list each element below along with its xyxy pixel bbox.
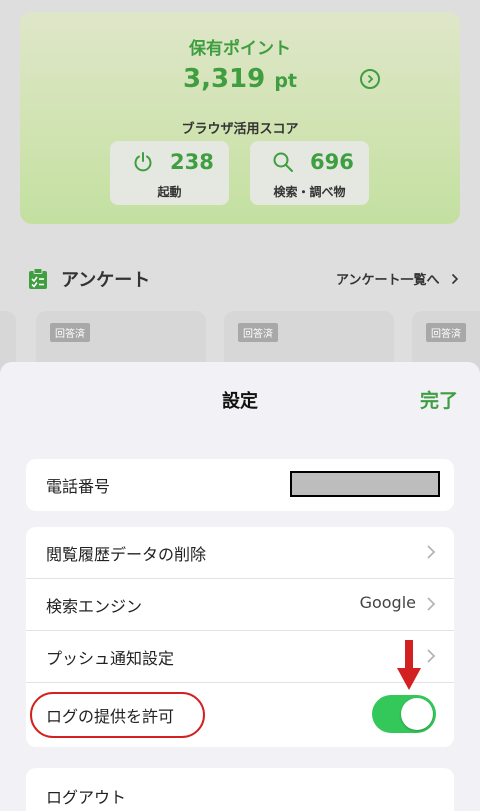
search-engine-label: 検索エンジン (46, 597, 143, 616)
survey-header: アンケート アンケート一覧へ (28, 266, 460, 292)
chevron-right-icon (426, 596, 436, 616)
stat-search-value: 696 (310, 150, 354, 174)
search-engine-value: Google (359, 593, 416, 612)
push-notification-label: プッシュ通知設定 (46, 649, 175, 668)
answered-badge: 回答済 (238, 323, 278, 342)
stat-launch: 238 起動 (110, 141, 229, 205)
clear-history-row[interactable]: 閲覧履歴データの削除 (26, 527, 454, 579)
logout-group: ログアウト (26, 768, 454, 811)
search-icon (272, 151, 294, 177)
done-button[interactable]: 完了 (420, 386, 458, 413)
highlight-oval (30, 692, 205, 738)
stat-search: 696 検索・調べ物 (250, 141, 369, 205)
answered-badge: 回答済 (50, 323, 90, 342)
points-title: 保有ポイント (189, 39, 291, 59)
survey-list-link[interactable]: アンケート一覧へ (336, 269, 460, 288)
clear-history-label: 閲覧履歴データの削除 (46, 545, 207, 564)
toggle-knob (401, 698, 433, 730)
logout-row[interactable]: ログアウト (26, 768, 454, 811)
search-engine-row[interactable]: 検索エンジン Google (26, 579, 454, 631)
chevron-right-circle-icon[interactable] (360, 69, 380, 89)
push-notification-row[interactable]: プッシュ通知設定 (26, 631, 454, 683)
phone-number-redacted (290, 471, 440, 497)
chevron-right-icon (426, 648, 436, 668)
browser-score-title: ブラウザ活用スコア (181, 122, 299, 137)
logout-label: ログアウト (46, 788, 127, 807)
answered-badge: 回答済 (426, 323, 466, 342)
chevron-right-icon (426, 544, 436, 564)
clipboard-check-icon (28, 268, 48, 294)
phone-group: 電話番号 (26, 459, 454, 511)
phone-label: 電話番号 (46, 477, 111, 496)
survey-title: アンケート (61, 270, 151, 291)
settings-title: 設定 (222, 391, 258, 412)
stat-search-label: 検索・調べ物 (273, 185, 346, 199)
stat-launch-value: 238 (170, 150, 214, 174)
points-value: 3,319 pt (183, 64, 297, 94)
points-card[interactable]: 保有ポイント 3,319 pt ブラウザ活用スコア 238 起動 696 検索・… (20, 12, 460, 224)
allow-log-toggle[interactable] (372, 695, 436, 733)
phone-row: 電話番号 (26, 459, 454, 511)
red-arrow-icon (396, 640, 422, 696)
power-icon (132, 151, 154, 177)
stat-launch-label: 起動 (157, 185, 182, 199)
